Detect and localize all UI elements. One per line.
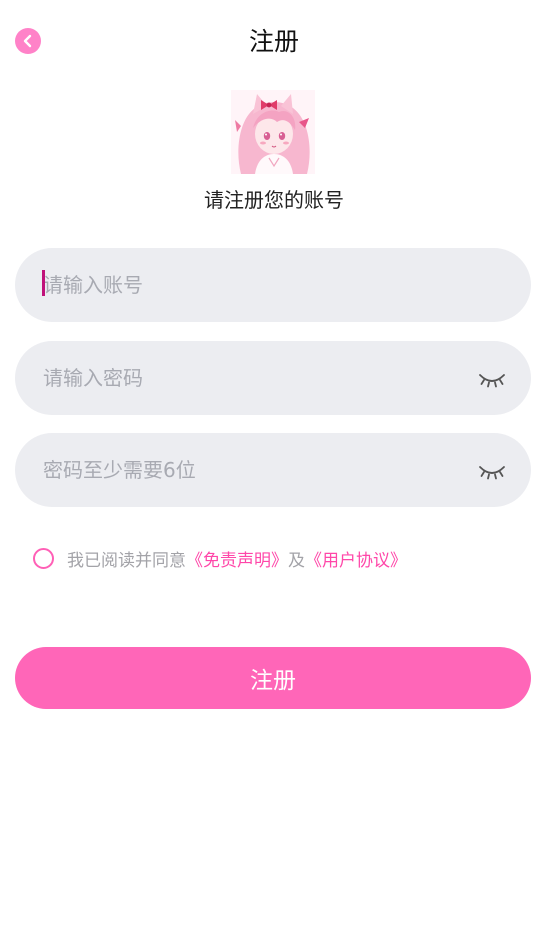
header: 注册: [0, 0, 548, 84]
agreement-row: 我已阅读并同意《免责声明》及《用户协议》: [33, 544, 407, 572]
eye-closed-icon[interactable]: [477, 365, 507, 391]
confirm-password-input[interactable]: [43, 433, 463, 507]
page-subtitle: 请注册您的账号: [204, 188, 344, 212]
confirm-password-field[interactable]: [15, 433, 531, 507]
account-field[interactable]: [15, 248, 531, 322]
password-input[interactable]: [43, 341, 463, 415]
avatar: [231, 90, 315, 174]
agreement-checkbox[interactable]: [33, 547, 54, 569]
eye-closed-icon[interactable]: [477, 457, 507, 483]
avatar-illustration: [231, 90, 315, 174]
register-button[interactable]: 注册: [15, 647, 531, 709]
disclaimer-link[interactable]: 《免责声明》: [186, 551, 288, 571]
agreement-and: 及: [288, 550, 305, 571]
text-caret: [42, 270, 45, 296]
agreement-prefix: 我已阅读并同意: [67, 550, 186, 571]
password-field[interactable]: [15, 341, 531, 415]
account-input[interactable]: [43, 248, 463, 322]
agreement-text: 我已阅读并同意《免责声明》及《用户协议》: [67, 546, 407, 571]
page-title: 注册: [248, 27, 299, 56]
user-agreement-link[interactable]: 《用户协议》: [305, 551, 407, 571]
